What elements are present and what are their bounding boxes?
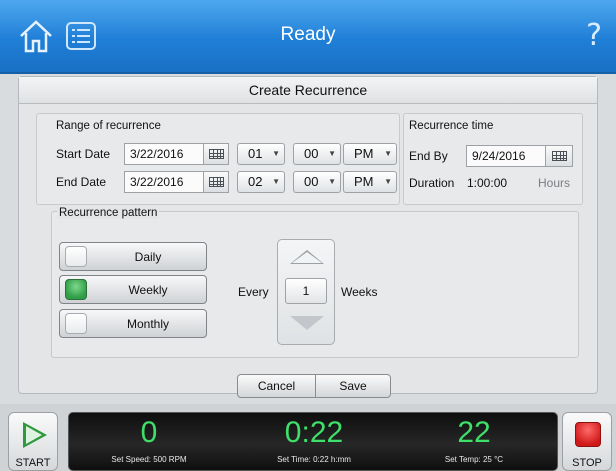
start-label: START <box>15 457 51 469</box>
end-by-date-field[interactable]: 9/24/2016 <box>466 145 546 167</box>
range-of-recurrence-group: Range of recurrence Start Date 3/22/2016… <box>36 113 400 205</box>
recurrence-time-group: Recurrence time End By 9/24/2016 Duratio… <box>403 113 583 205</box>
duration-value: 1:00:00 <box>467 176 508 190</box>
top-bar: Ready ? <box>0 0 616 74</box>
end-ampm-select[interactable]: PM ▼ <box>343 171 397 193</box>
weekly-option-label: Weekly <box>128 283 168 297</box>
spinner-down-arrow-icon[interactable] <box>290 316 324 330</box>
end-minute-select[interactable]: 00 ▼ <box>293 171 341 193</box>
every-value-field[interactable]: 1 <box>285 278 327 304</box>
stop-button[interactable]: STOP <box>562 412 612 471</box>
end-date-calendar-button[interactable] <box>203 171 229 193</box>
checkbox-indicator <box>65 313 87 334</box>
calendar-icon <box>551 151 567 161</box>
stop-label: STOP <box>572 457 602 469</box>
time-readout: 0:22 <box>284 416 344 449</box>
start-button[interactable]: START <box>8 412 58 471</box>
dropdown-arrow-icon: ▼ <box>384 149 392 158</box>
screen-title: Ready <box>280 24 336 45</box>
status-bar: START 0 Set Speed: 500 RPM 0:22 Set Time… <box>0 404 616 471</box>
monthly-option-button[interactable]: Monthly <box>59 309 207 338</box>
interval-unit-label: Weeks <box>341 285 378 299</box>
end-date-field[interactable]: 3/22/2016 <box>124 171 204 193</box>
create-recurrence-dialog: Create Recurrence Range of recurrence St… <box>18 76 598 398</box>
dropdown-arrow-icon: ▼ <box>272 149 280 158</box>
set-temperature-caption: Set Temp: 25 °C <box>444 455 504 464</box>
run-display: 0 Set Speed: 500 RPM 0:22 Set Time: 0:22… <box>68 412 558 471</box>
start-date-field[interactable]: 3/22/2016 <box>124 143 204 165</box>
checkbox-indicator <box>65 279 87 300</box>
dropdown-arrow-icon: ▼ <box>272 177 280 186</box>
daily-option-button[interactable]: Daily <box>59 242 207 271</box>
every-label: Every <box>238 285 269 299</box>
start-hour-value: 01 <box>248 146 263 161</box>
calendar-icon <box>208 149 224 159</box>
end-ampm-value: PM <box>354 174 374 189</box>
recurrence-pattern-label: Recurrence pattern <box>57 207 160 219</box>
end-by-calendar-button[interactable] <box>545 145 573 167</box>
set-time-caption: Set Time: 0:22 h:mm <box>277 455 351 464</box>
duration-label: Duration <box>409 176 455 190</box>
start-date-calendar-button[interactable] <box>203 143 229 165</box>
set-speed-caption: Set Speed: 500 RPM <box>111 455 187 464</box>
start-ampm-select[interactable]: PM ▼ <box>343 143 397 165</box>
speed-readout: 0 <box>140 416 158 449</box>
start-minute-select[interactable]: 00 ▼ <box>293 143 341 165</box>
cancel-button[interactable]: Cancel <box>237 374 316 398</box>
recurrence-time-label: Recurrence time <box>409 120 494 132</box>
temperature-readout: 22 <box>457 416 491 449</box>
end-minute-value: 00 <box>304 174 319 189</box>
end-date-label: End Date <box>56 175 107 189</box>
end-by-label: End By <box>409 149 448 163</box>
dropdown-arrow-icon: ▼ <box>384 177 392 186</box>
duration-unit: Hours <box>538 176 571 190</box>
question-mark-icon[interactable]: ? <box>586 18 602 53</box>
monthly-option-label: Monthly <box>126 317 170 331</box>
dropdown-arrow-icon: ▼ <box>328 177 336 186</box>
start-ampm-value: PM <box>354 146 374 161</box>
range-of-recurrence-label: Range of recurrence <box>56 120 161 132</box>
save-button[interactable]: Save <box>315 374 391 398</box>
start-hour-select[interactable]: 01 ▼ <box>237 143 285 165</box>
daily-option-label: Daily <box>134 250 162 264</box>
dialog-title: Create Recurrence <box>19 77 597 104</box>
stop-icon <box>575 422 601 447</box>
spinner-up-arrow-icon[interactable] <box>290 250 324 264</box>
recurrence-pattern-group: Recurrence pattern Daily Weekly Monthly … <box>51 207 579 358</box>
weekly-option-button[interactable]: Weekly <box>59 275 207 304</box>
play-icon <box>23 422 47 448</box>
start-minute-value: 00 <box>304 146 319 161</box>
dropdown-arrow-icon: ▼ <box>328 149 336 158</box>
end-hour-value: 02 <box>248 174 263 189</box>
checkbox-indicator <box>65 246 87 267</box>
end-hour-select[interactable]: 02 ▼ <box>237 171 285 193</box>
start-date-label: Start Date <box>56 147 111 161</box>
calendar-icon <box>208 177 224 187</box>
every-spinner: 1 <box>277 239 335 345</box>
